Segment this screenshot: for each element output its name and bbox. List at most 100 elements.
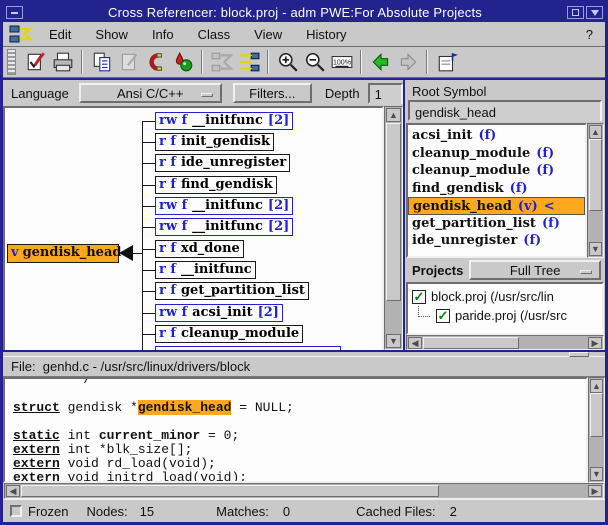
colorize-button[interactable]: [169, 49, 196, 75]
title-bar[interactable]: Cross Referencer: block.proj - adm PWE:F…: [3, 3, 605, 22]
tree-root-node[interactable]: vgendisk_head: [7, 244, 119, 263]
scroll-up-arrow[interactable]: [386, 108, 401, 122]
tree-vertical-scrollbar[interactable]: [384, 106, 403, 350]
highlighted-symbol: gendisk_head: [138, 400, 232, 415]
tree-node[interactable]: r ffind_gendisk: [155, 176, 277, 194]
symbol-list-item[interactable]: find_gendisk(f): [408, 180, 585, 198]
pane-sash[interactable]: [3, 350, 605, 356]
forward-button-disabled[interactable]: [394, 49, 421, 75]
print-button[interactable]: [49, 49, 76, 75]
menu-class[interactable]: Class: [186, 25, 243, 44]
tree-connector: [142, 121, 155, 122]
scroll-down-arrow[interactable]: [589, 242, 602, 256]
menu-show[interactable]: Show: [83, 25, 140, 44]
help-menu[interactable]: ?: [582, 25, 597, 44]
tree-root-connector: [132, 253, 142, 254]
sash-handle-icon[interactable]: [569, 352, 589, 357]
scroll-right-arrow[interactable]: [588, 485, 602, 497]
app-icon: [9, 24, 33, 44]
symbol-list-item[interactable]: cleanup_module(f): [408, 162, 585, 180]
project-row[interactable]: ✓ block.proj (/usr/src/lin: [408, 287, 602, 306]
symbol-list-item[interactable]: get_partition_list(f): [408, 215, 585, 233]
frozen-checkbox[interactable]: [10, 505, 22, 517]
zoom-100-button[interactable]: 100%: [328, 49, 355, 75]
scroll-thumb[interactable]: [21, 485, 439, 497]
tree-node[interactable]: rw f__initfunc[2]: [155, 197, 293, 215]
symbol-list-item-selected[interactable]: gendisk_head(v)<: [408, 197, 585, 215]
project-row[interactable]: ✓ paride.proj (/usr/src: [408, 306, 602, 325]
menu-edit[interactable]: Edit: [37, 25, 83, 44]
filters-button[interactable]: Filters...: [233, 83, 312, 103]
menu-history[interactable]: History: [294, 25, 358, 44]
copy-button[interactable]: [88, 49, 115, 75]
maximize-button[interactable]: [567, 6, 584, 19]
project-view-value: Full Tree: [510, 263, 561, 278]
tree-trunk-line: [142, 121, 143, 350]
root-symbol-input[interactable]: [410, 102, 600, 122]
zoom-out-button[interactable]: [301, 49, 328, 75]
checkbox-checked-icon[interactable]: ✓: [412, 290, 426, 304]
scroll-up-arrow[interactable]: [589, 125, 602, 139]
cached-label: Cached Files:: [356, 504, 435, 519]
project-label: block.proj (/usr/src/lin: [431, 289, 554, 304]
tree-node[interactable]: rw facsi_init[2]: [155, 304, 283, 322]
magnet-button[interactable]: [142, 49, 169, 75]
root-symbol-field-wrap: [408, 100, 602, 121]
scroll-up-arrow[interactable]: [590, 379, 603, 393]
symbol-list-item[interactable]: cleanup_module(f): [408, 145, 585, 163]
scroll-down-arrow[interactable]: [386, 334, 401, 348]
symbol-list-scrollbar[interactable]: [587, 123, 604, 258]
file-header: File: genhd.c - /usr/src/linux/drivers/b…: [3, 356, 605, 377]
tree-node[interactable]: r fide_unregister: [155, 154, 290, 172]
reference-tree-canvas[interactable]: vgendisk_head rw f__ini: [3, 106, 384, 350]
scroll-down-arrow[interactable]: [590, 467, 603, 481]
refers-to-button[interactable]: [235, 49, 262, 75]
projects-horizontal-scrollbar[interactable]: [406, 335, 604, 350]
edit-check-button[interactable]: [22, 49, 49, 75]
tree-node[interactable]: r fget_partition_list: [155, 282, 309, 300]
scroll-left-arrow[interactable]: [408, 337, 422, 349]
tree-node[interactable]: rw f__initfunc[2]: [155, 218, 293, 236]
code-viewer[interactable]: */ struct gendisk *gendisk_head = NULL; …: [3, 377, 588, 483]
colorize-icon: [172, 51, 194, 73]
scroll-left-arrow[interactable]: [6, 485, 20, 497]
projects-tree[interactable]: ✓ block.proj (/usr/src/lin ✓ paride.proj…: [406, 282, 604, 335]
symbol-list[interactable]: acsi_init(f) cleanup_module(f) cleanup_m…: [406, 123, 587, 258]
edit-document-button-disabled[interactable]: [115, 49, 142, 75]
tree-node[interactable]: r finit_gendisk: [155, 133, 274, 151]
menu-view[interactable]: View: [242, 25, 294, 44]
scroll-thumb[interactable]: [589, 139, 602, 211]
print-icon: [52, 51, 74, 73]
zoom-in-button[interactable]: [274, 49, 301, 75]
project-view-option-menu[interactable]: Full Tree: [469, 260, 601, 280]
tree-connector: [142, 185, 155, 186]
selected-node-arrow-icon: [119, 245, 133, 261]
code-vertical-scrollbar[interactable]: [588, 377, 605, 483]
tree-node[interactable]: r f__initfunc: [155, 261, 256, 279]
checkbox-checked-icon[interactable]: ✓: [436, 309, 450, 323]
scroll-thumb[interactable]: [590, 393, 603, 437]
back-button[interactable]: [367, 49, 394, 75]
tree-branch-icon: [418, 306, 430, 317]
main-horizontal-scrollbar[interactable]: [4, 483, 604, 499]
menu-info[interactable]: Info: [140, 25, 186, 44]
tree-node[interactable]: r fxd_done: [155, 240, 244, 258]
language-option-menu[interactable]: Ansi C/C++: [79, 83, 222, 103]
tree-connector: [142, 291, 155, 292]
scroll-thumb[interactable]: [386, 123, 401, 301]
depth-input[interactable]: [370, 85, 401, 105]
symbol-list-item[interactable]: acsi_init(f): [408, 127, 585, 145]
tree-node[interactable]: r fcleanup_module: [155, 325, 303, 343]
scroll-right-arrow[interactable]: [588, 337, 602, 349]
depth-label: Depth: [325, 86, 360, 101]
magnet-icon: [145, 51, 167, 73]
tree-node[interactable]: rw f__initfunc[2]: [155, 112, 293, 130]
refers-by-button-disabled[interactable]: [208, 49, 235, 75]
toolbar-grip[interactable]: [7, 49, 16, 75]
code-line: extern int *blk_size[];: [13, 443, 586, 457]
shade-button[interactable]: [586, 6, 603, 19]
properties-button[interactable]: [433, 49, 460, 75]
scroll-thumb[interactable]: [423, 337, 519, 349]
symbol-list-item[interactable]: ide_unregister(f): [408, 232, 585, 250]
minimize-button[interactable]: [6, 6, 23, 19]
